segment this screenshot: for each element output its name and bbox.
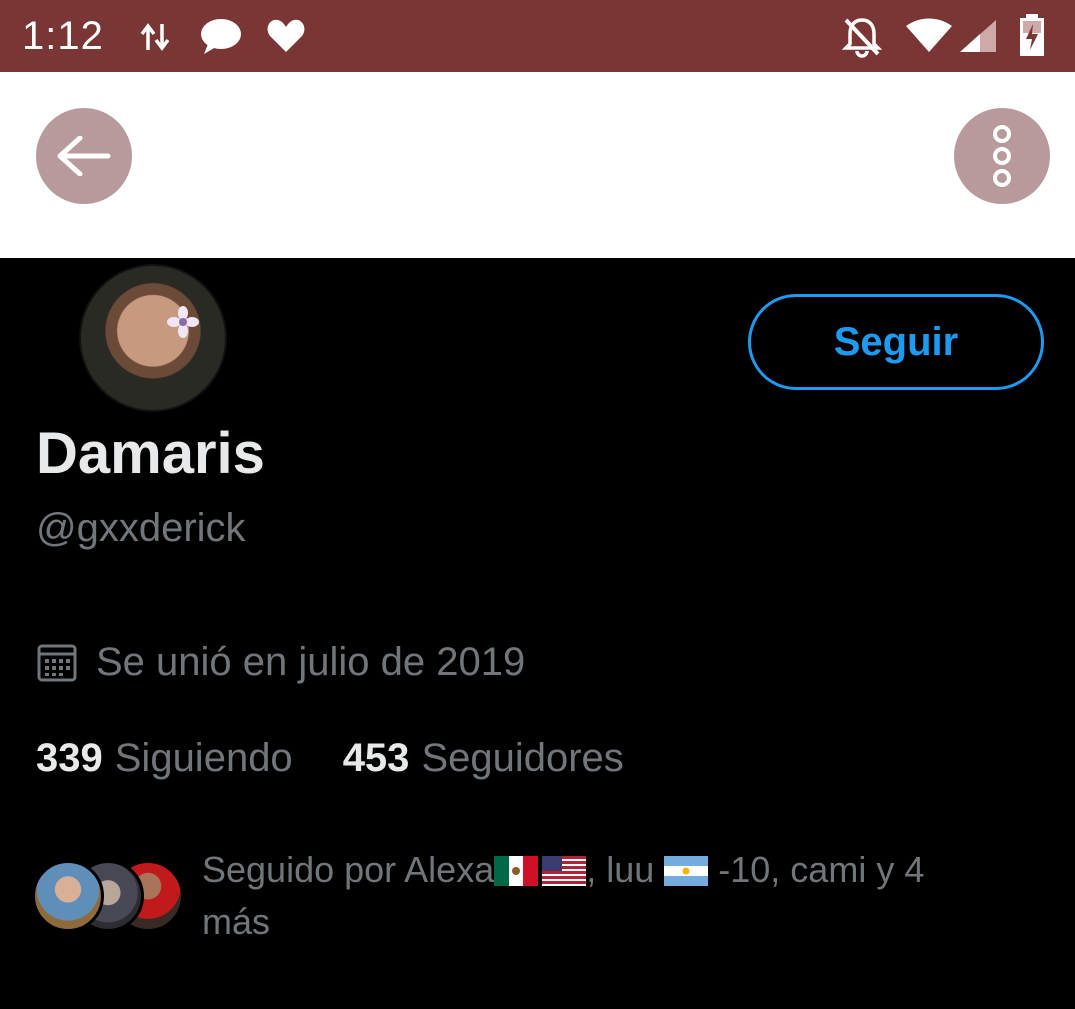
following-link[interactable]: 339 Siguiendo xyxy=(36,736,293,781)
more-options-button[interactable] xyxy=(954,108,1050,204)
battery-charging-icon xyxy=(1020,14,1044,56)
chat-bubble-icon xyxy=(201,19,241,54)
followed-by-text: Seguido por Alexa , luu -10, cami y 4 má… xyxy=(202,844,1002,948)
profile-section: Seguir Damaris @gxxderick Se unió en jul… xyxy=(0,258,1075,1009)
follow-stats: 339 Siguiendo 453 Seguidores xyxy=(36,730,624,786)
followed-by-middle: , luu xyxy=(586,849,665,890)
heart-icon xyxy=(267,19,305,52)
mexico-flag-icon xyxy=(494,856,539,886)
data-transfer-icon xyxy=(140,23,170,51)
more-vertical-icon xyxy=(993,125,1011,187)
profile-header xyxy=(0,72,1075,258)
followed-by-prefix: Seguido por Alexa xyxy=(202,849,495,890)
user-handle: @gxxderick xyxy=(36,506,246,550)
profile-avatar[interactable] xyxy=(79,264,227,412)
following-count: 339 xyxy=(36,735,103,780)
avatar xyxy=(32,860,104,932)
flower-icon xyxy=(167,306,199,338)
following-label: Siguiendo xyxy=(114,735,293,780)
argentina-flag-icon xyxy=(664,856,709,886)
join-date: Se unió en julio de 2019 xyxy=(36,634,525,690)
status-time: 1:12 xyxy=(22,14,104,58)
status-bar: 1:12 xyxy=(0,0,1075,72)
followers-count: 453 xyxy=(342,735,410,780)
display-name: Damaris xyxy=(36,421,265,486)
wifi-icon xyxy=(906,18,952,52)
notifications-off-icon xyxy=(842,18,882,58)
calendar-icon xyxy=(37,644,77,682)
followers-label: Seguidores xyxy=(421,735,624,780)
back-button[interactable] xyxy=(36,108,132,204)
followed-by[interactable]: Seguido por Alexa , luu -10, cami y 4 má… xyxy=(32,849,1032,950)
arrow-left-icon xyxy=(57,136,111,176)
mutual-avatars xyxy=(32,860,184,936)
join-date-text: Se unió en julio de 2019 xyxy=(96,639,526,684)
usa-flag-icon xyxy=(542,856,587,886)
follow-button[interactable]: Seguir xyxy=(748,294,1044,390)
followers-link[interactable]: 453 Seguidores xyxy=(343,736,624,781)
signal-icon xyxy=(960,20,996,52)
